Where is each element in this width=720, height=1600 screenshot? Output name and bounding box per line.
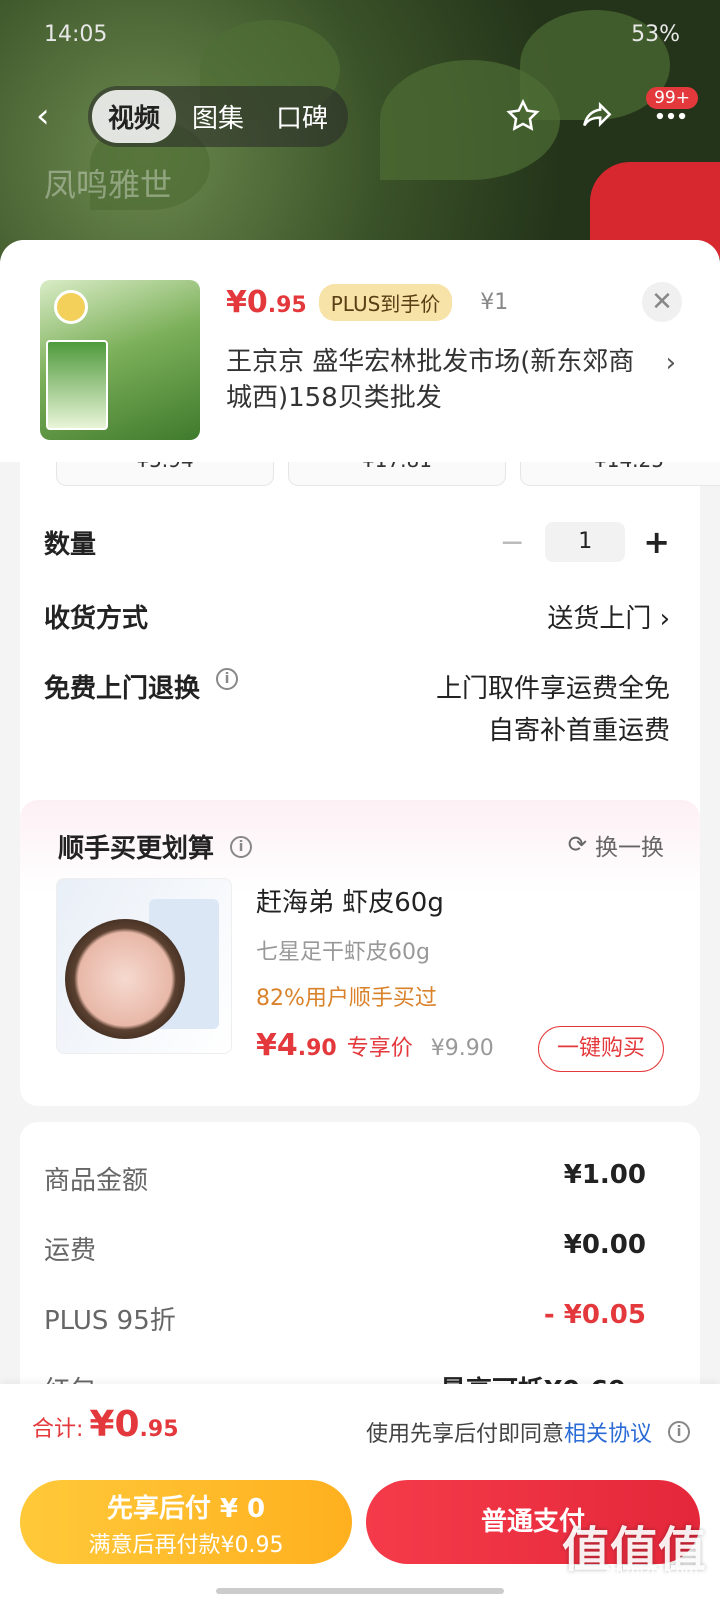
pay-later-sublabel: 满意后再付款¥0.95 (88, 1533, 284, 1558)
addon-bought-stat: 82%用户顺手买过 (256, 986, 437, 1011)
quantity-label: 数量 (44, 529, 97, 560)
status-time: 14:05 (44, 22, 108, 47)
returns-line2: 自寄补首重运费 (487, 716, 670, 746)
star-icon[interactable] (504, 97, 542, 135)
delivery-label: 收货方式 (44, 604, 149, 634)
summary-row: 商品金额 ¥1.00 (44, 1160, 646, 1197)
refresh-icon: ⟳ (567, 832, 587, 858)
original-price: ¥1 (480, 290, 509, 315)
home-indicator[interactable] (216, 1588, 504, 1594)
info-icon[interactable]: i (668, 1421, 690, 1443)
sheet-header: ¥0.95 PLUS到手价 ¥1 ✕ 王京京 盛华宏林批发市场(新东郊商城西)1… (0, 240, 720, 462)
media-tabs: 视频 图集 口碑 (88, 85, 349, 147)
close-icon[interactable]: ✕ (642, 282, 682, 322)
returns-info: 上门取件享运费全免 自寄补首重运费 (436, 668, 670, 752)
site-watermark-url: zhizhizhi.com (603, 1564, 698, 1580)
quantity-row: 数量 − 1 + (44, 522, 670, 562)
share-icon[interactable] (578, 97, 616, 135)
price-row: ¥0.95 PLUS到手价 ¥1 (226, 284, 508, 321)
summary-value: ¥0.00 (563, 1230, 646, 1260)
summary-key: 商品金额 (44, 1166, 149, 1196)
info-icon[interactable]: i (216, 668, 239, 690)
total-value: ¥0.95 (89, 1404, 179, 1445)
quantity-stepper: − 1 + (497, 522, 670, 562)
addon-original-price: ¥9.90 (430, 1036, 494, 1061)
returns-line1: 上门取件享运费全免 (435, 674, 670, 704)
tab-reviews[interactable]: 口碑 (260, 90, 344, 143)
tab-video[interactable]: 视频 (92, 89, 177, 143)
quantity-input[interactable]: 1 (545, 522, 626, 562)
brand-logo (54, 290, 88, 324)
returns-label: 免费上门退换 (44, 674, 201, 704)
chevron-right-icon: › (659, 604, 670, 634)
plus-icon[interactable]: + (643, 523, 670, 561)
addon-product-desc: 七星足干虾皮60g (256, 940, 430, 965)
agreement-link[interactable]: 相关协议 (564, 1416, 652, 1448)
top-nav: ‹ 视频 图集 口碑 99+ (36, 85, 698, 147)
summary-key: PLUS 95折 (44, 1306, 176, 1336)
summary-row: PLUS 95折 - ¥0.05 (44, 1300, 646, 1337)
summary-value: - ¥0.05 (543, 1300, 646, 1330)
addon-price-tag: 专享价 (346, 1036, 413, 1061)
one-click-buy-button[interactable]: 一键购买 (538, 1026, 664, 1072)
addon-card: 顺手买更划算 i ⟳ 换一换 赶海弟 虾皮60g 七星足干虾皮60g 82%用户顺手… (20, 800, 700, 1106)
summary-value: ¥1.00 (563, 1160, 646, 1190)
status-bar: 14:05 53% (44, 22, 680, 52)
summary-row: 运费 ¥0.00 (44, 1230, 646, 1267)
total-label: 合计: (32, 1417, 84, 1442)
returns-row: 免费上门退换 i 上门取件享运费全免 自寄补首重运费 (44, 668, 670, 752)
product-price: ¥0.95 (226, 285, 307, 320)
tab-gallery[interactable]: 图集 (176, 90, 260, 143)
pay-later-button[interactable]: 先享后付 ¥ 0 满意后再付款¥0.95 (20, 1480, 352, 1564)
minus-icon[interactable]: − (497, 525, 527, 560)
addon-price: ¥4.90 (256, 1028, 337, 1063)
total-amount: 合计: ¥0.95 (32, 1404, 179, 1445)
pay-later-label: 先享后付 ¥ 0 (106, 1494, 266, 1524)
delivery-value: 送货上门 › (547, 604, 670, 634)
info-icon[interactable]: i (230, 835, 253, 858)
brand-watermark: 凤鸣雅世 (44, 166, 173, 204)
back-icon[interactable]: ‹ (36, 96, 88, 136)
status-battery: 53% (631, 22, 680, 47)
addon-title: 顺手买更划算 i (58, 828, 253, 865)
shrimp-bowl-image (65, 919, 185, 1039)
chevron-right-icon[interactable]: › (666, 348, 676, 378)
shop-address[interactable]: 王京京 盛华宏林批发市场(新东郊商城西)158贝类批发 (226, 344, 646, 416)
summary-key: 运费 (44, 1236, 97, 1266)
addon-product-image[interactable] (56, 878, 232, 1054)
plus-price-tag: PLUS到手价 (318, 284, 453, 321)
seed-pack-image (46, 340, 108, 430)
message-badge: 99+ (646, 87, 698, 109)
swap-button[interactable]: ⟳ 换一换 (568, 828, 664, 862)
agreement: 使用先享后付即同意 相关协议 i (366, 1416, 690, 1448)
addon-price-row: ¥4.90 专享价 ¥9.90 (256, 1028, 494, 1063)
addon-product-name[interactable]: 赶海弟 虾皮60g (256, 882, 444, 919)
delivery-row[interactable]: 收货方式 送货上门 › (44, 598, 670, 635)
checkout-footer: 合计: ¥0.95 使用先享后付即同意 相关协议 i 先享后付 ¥ 0 满意后再… (0, 1384, 720, 1600)
agreement-text: 使用先享后付即同意 (365, 1422, 564, 1447)
nav-actions: 99+ (504, 87, 698, 135)
product-thumbnail (40, 280, 200, 440)
